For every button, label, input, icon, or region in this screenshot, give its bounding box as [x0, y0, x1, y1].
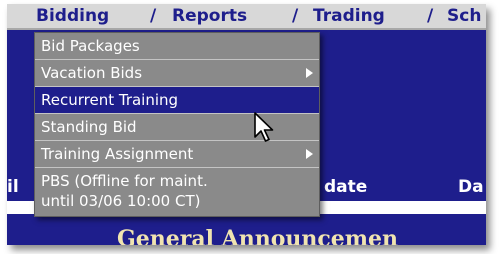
menu-item-vacation-bids[interactable]: Vacation Bids — [35, 60, 319, 87]
bidding-dropdown-menu: Bid Packages Vacation Bids Recurrent Tra… — [34, 32, 320, 217]
column-header-partial-left: il — [7, 177, 19, 197]
nav-bidding[interactable]: Bidding — [36, 6, 109, 26]
menu-item-recurrent-training[interactable]: Recurrent Training — [35, 87, 319, 114]
nav-reports[interactable]: Reports — [172, 6, 247, 26]
column-header-partial-right: Da — [458, 177, 484, 197]
menu-item-label-line1: PBS (Offline for maint. — [41, 172, 208, 190]
menu-item-pbs[interactable]: PBS (Offline for maint. until 03/06 10:0… — [35, 168, 319, 216]
nav-separator: / — [292, 6, 299, 26]
nav-trading[interactable]: Trading — [313, 6, 385, 26]
menu-item-bid-packages[interactable]: Bid Packages — [35, 33, 319, 60]
submenu-arrow-icon — [306, 68, 313, 78]
nav-separator: / — [427, 6, 434, 26]
menu-item-label: Recurrent Training — [41, 91, 179, 109]
arrow-pointer-icon — [254, 112, 274, 142]
menu-item-label-line2: until 03/06 10:00 CT) — [41, 192, 201, 210]
top-nav-bar: Bidding / Reports / Trading / Sch — [7, 4, 486, 30]
menu-item-label: Standing Bid — [41, 118, 137, 136]
nav-schedule[interactable]: Sch — [447, 6, 481, 26]
menu-item-label: Vacation Bids — [41, 64, 143, 82]
app-window: Bidding / Reports / Trading / Sch il dat… — [7, 4, 486, 245]
nav-separator: / — [150, 6, 157, 26]
general-announcement-heading: General Announcemen — [117, 226, 399, 245]
menu-item-label: Bid Packages — [41, 37, 140, 55]
submenu-arrow-icon — [306, 149, 313, 159]
menu-item-label: Training Assignment — [41, 145, 194, 163]
column-header-date: date — [324, 177, 368, 197]
